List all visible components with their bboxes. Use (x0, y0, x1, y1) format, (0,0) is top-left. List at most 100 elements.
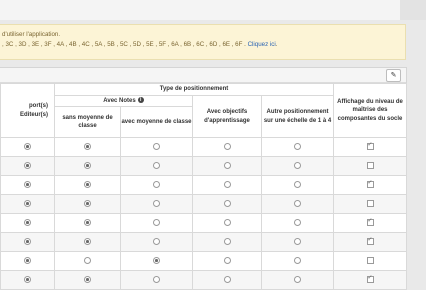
table-cell (54, 251, 121, 271)
support-radio[interactable] (24, 276, 31, 284)
support-radio[interactable] (24, 257, 31, 265)
table-cell (54, 175, 121, 195)
positioning-radio[interactable] (84, 162, 91, 170)
alert-line-end: . (275, 41, 278, 48)
positioning-radio[interactable] (84, 257, 91, 265)
table-cell (261, 175, 334, 195)
positioning-radio[interactable] (223, 238, 231, 246)
positioning-radio[interactable] (294, 238, 301, 246)
display-checkbox[interactable] (366, 179, 374, 189)
positioning-radio[interactable] (294, 162, 301, 170)
positioning-radio[interactable] (84, 181, 91, 189)
table-cell (120, 156, 193, 176)
table-cell (192, 156, 262, 176)
display-checkbox[interactable] (366, 274, 374, 284)
display-checkbox[interactable] (366, 217, 374, 227)
table-cell (54, 213, 121, 233)
support-radio[interactable] (24, 200, 31, 208)
with-notes-label: Avec Notes (103, 97, 136, 104)
support-radio[interactable] (24, 181, 31, 189)
table-cell (192, 251, 262, 271)
info-icon[interactable]: i (137, 97, 144, 104)
display-checkbox[interactable] (366, 257, 374, 265)
table-cell (333, 137, 407, 157)
table-cell (0, 270, 55, 290)
table-cell (120, 213, 193, 233)
positioning-radio[interactable] (153, 238, 160, 246)
table-cell (0, 175, 55, 195)
table-cell (120, 251, 193, 271)
positioning-radio[interactable] (294, 200, 301, 208)
table-cell (0, 213, 55, 233)
display-checkbox[interactable] (366, 236, 374, 246)
table-row (0, 175, 407, 195)
positioning-radio[interactable] (84, 143, 91, 151)
table-cell (333, 175, 407, 195)
positioning-radio[interactable] (223, 143, 231, 151)
table-cell (333, 232, 407, 252)
positioning-radio[interactable] (153, 276, 160, 284)
table-row (0, 232, 407, 252)
support-radio[interactable] (24, 219, 31, 227)
table-cell (261, 194, 334, 214)
positioning-radio[interactable] (153, 162, 160, 170)
table-cell (261, 137, 334, 157)
positioning-radio[interactable] (84, 200, 91, 208)
positioning-radio[interactable] (153, 181, 160, 189)
table-cell (0, 194, 55, 214)
table-row (0, 194, 407, 214)
positioning-radio[interactable] (84, 238, 91, 246)
click-here-link[interactable]: Cliquez ici (248, 41, 276, 48)
support-radio[interactable] (24, 238, 31, 246)
support-radio[interactable] (24, 143, 31, 151)
table-cell (54, 137, 121, 157)
positioning-radio[interactable] (223, 276, 231, 284)
table-cell (54, 156, 121, 176)
table-row (0, 251, 407, 271)
table-cell (333, 251, 407, 271)
table-cell (333, 156, 407, 176)
positioning-radio[interactable] (153, 257, 160, 265)
table-cell (0, 156, 55, 176)
table-cell (54, 270, 121, 290)
positioning-radio[interactable] (294, 257, 301, 265)
table-cell (192, 175, 262, 195)
positioning-radio[interactable] (84, 276, 91, 284)
positioning-radio[interactable] (223, 200, 231, 208)
positioning-radio[interactable] (223, 181, 231, 189)
table-cell (0, 232, 55, 252)
positioning-radio[interactable] (294, 181, 301, 189)
positioning-radio[interactable] (294, 143, 301, 151)
table-cell (0, 251, 55, 271)
alert-text-line1: d'utiliser l'application. (2, 31, 61, 38)
display-level-header: Affichage du niveau de maîtrise des comp… (333, 83, 407, 138)
positioning-radio[interactable] (223, 257, 231, 265)
positioning-radio[interactable] (153, 200, 160, 208)
table-cell (261, 232, 334, 252)
table-cell (261, 156, 334, 176)
positioning-radio[interactable] (153, 143, 160, 151)
positioning-radio[interactable] (223, 162, 231, 170)
table-cell (120, 232, 193, 252)
positioning-radio[interactable] (294, 219, 301, 227)
edit-button[interactable]: ✎ (386, 69, 401, 82)
positioning-radio[interactable] (153, 219, 160, 227)
display-checkbox[interactable] (366, 141, 374, 151)
info-alert: d'utiliser l'application. , 3C , 3D , 3E… (0, 24, 406, 60)
panel-header: ✎ (0, 68, 406, 83)
table-cell (333, 194, 407, 214)
display-checkbox[interactable] (366, 162, 374, 170)
no-class-average-header: sans moyenne de classe (54, 106, 121, 138)
positioning-radio[interactable] (223, 219, 231, 227)
display-checkbox[interactable] (366, 200, 374, 208)
positioning-table: port(s) Editeur(s) Type de positionnemen… (0, 83, 407, 290)
table-cell (192, 137, 262, 157)
with-class-average-header: avec moyenne de classe (120, 106, 193, 138)
positioning-radio[interactable] (84, 219, 91, 227)
table-cell (120, 175, 193, 195)
positioning-radio[interactable] (294, 276, 301, 284)
support-radio[interactable] (24, 162, 31, 170)
table-cell (261, 270, 334, 290)
objectives-header: Avec objectifs d'apprentissage (192, 95, 262, 138)
table-cell (261, 213, 334, 233)
